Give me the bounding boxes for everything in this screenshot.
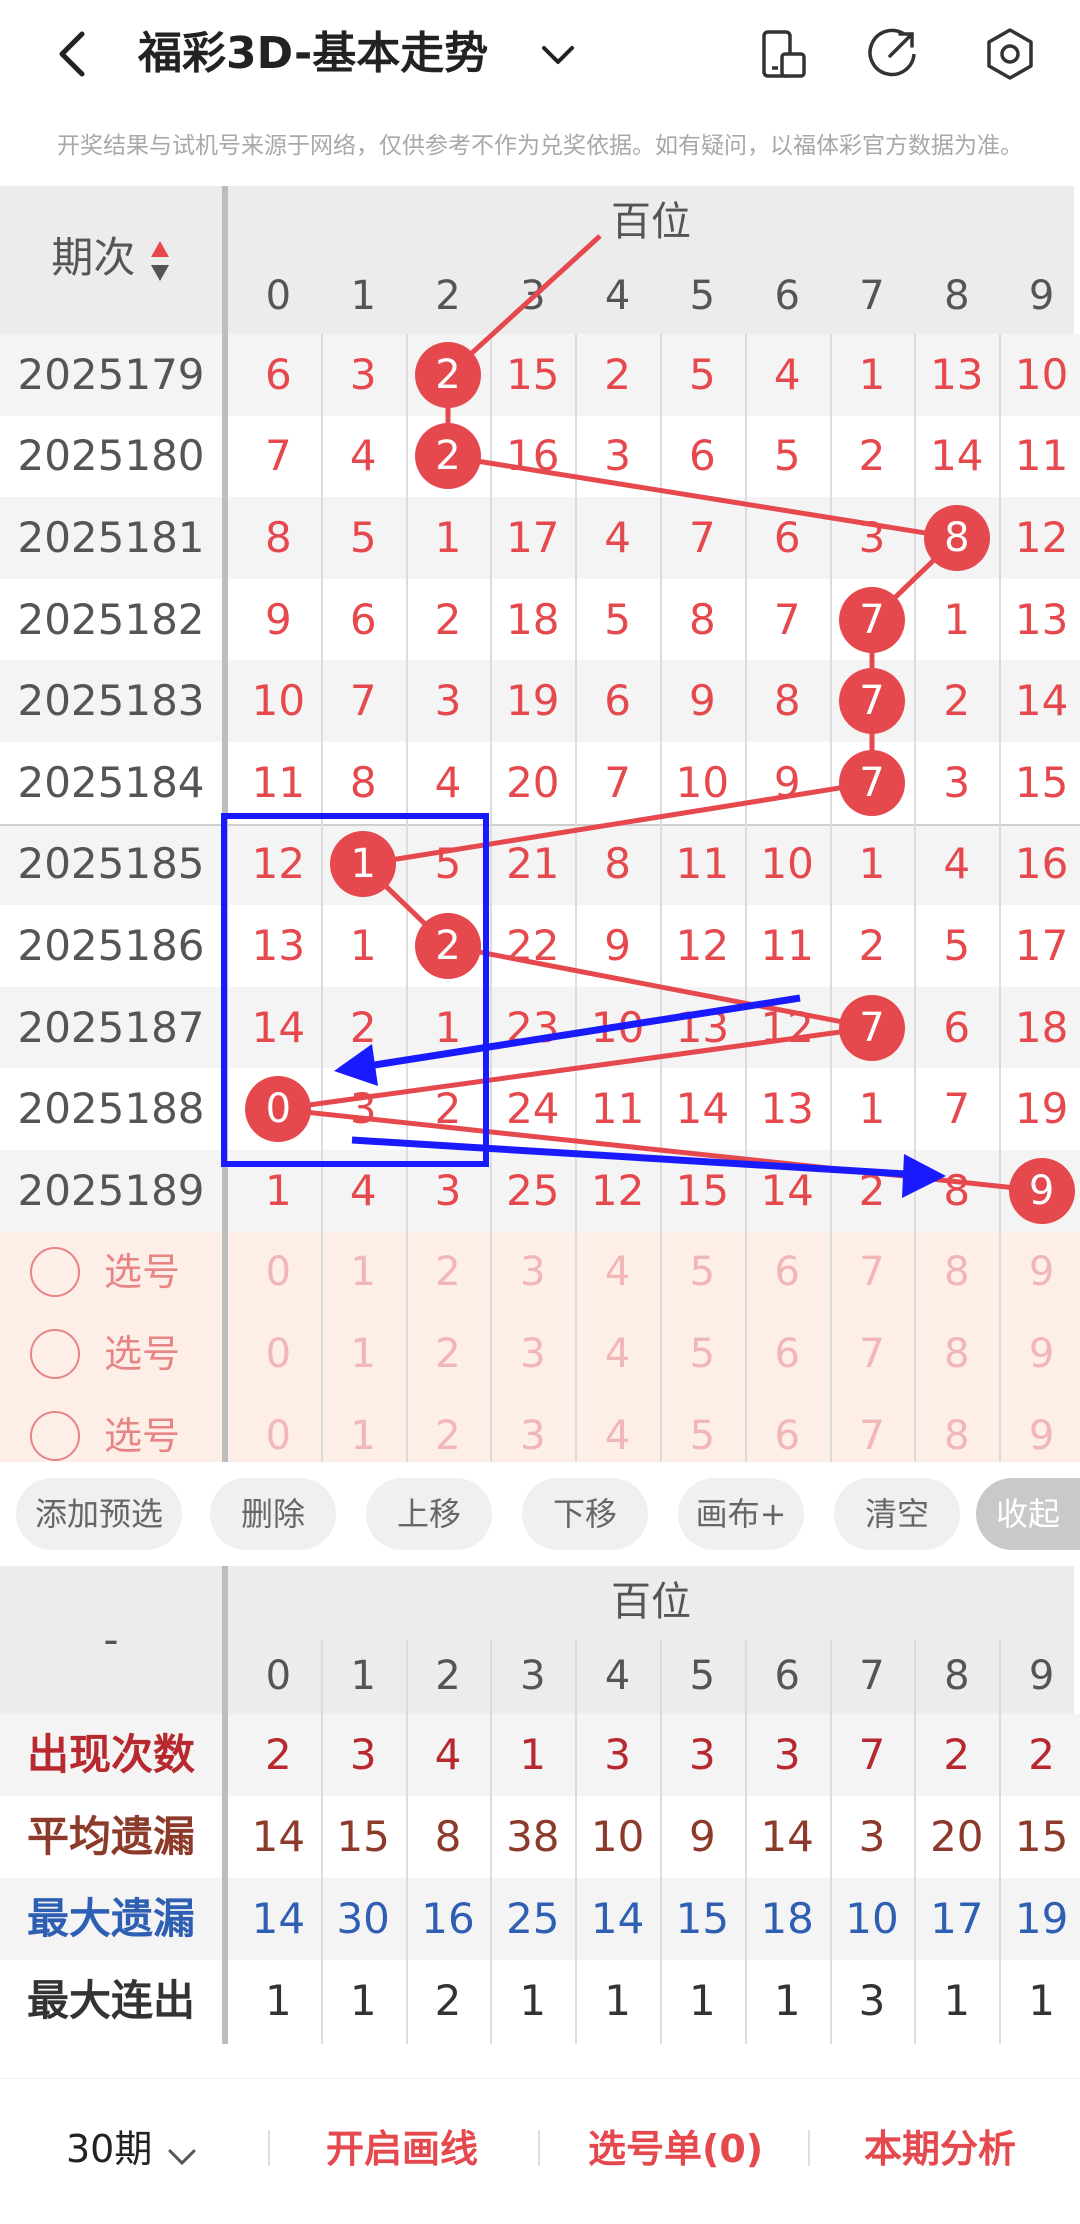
stats-value: 16 xyxy=(421,1894,475,1943)
trend-lines xyxy=(278,234,1042,1194)
hit-ball: 7 xyxy=(839,668,905,735)
stats-value: 3 xyxy=(858,1812,886,1861)
stats-value: 1 xyxy=(1028,1976,1055,2025)
digit-header: 5 xyxy=(689,1653,716,1699)
stats-value: 3 xyxy=(773,1730,801,1779)
hit-ball: 7 xyxy=(839,586,905,653)
stats-value: 1 xyxy=(943,1976,971,2025)
stats-value: 1 xyxy=(519,1976,547,2025)
stats-value: 3 xyxy=(689,1730,716,1779)
stats-value: 20 xyxy=(930,1812,984,1861)
digit-header: 6 xyxy=(774,1653,800,1699)
stats-value: 2 xyxy=(943,1730,971,1779)
stats-value: 15 xyxy=(1014,1812,1069,1861)
stats-value: 7 xyxy=(858,1730,886,1779)
period-count-selector[interactable]: 30期 xyxy=(66,2118,200,2173)
stats-value: 1 xyxy=(689,1976,716,2025)
stats-value: 9 xyxy=(689,1812,716,1861)
clear-button[interactable]: 清空 xyxy=(834,1478,960,1550)
stats-value: 25 xyxy=(506,1894,560,1943)
stats-value: 2 xyxy=(1028,1730,1055,1779)
bottom-separator xyxy=(808,2130,810,2166)
digit-header: 0 xyxy=(265,1653,292,1699)
page-title[interactable]: 福彩3D-基本走势 xyxy=(138,22,488,86)
stats-value: 1 xyxy=(604,1976,631,2025)
stats-value: 1 xyxy=(265,1976,292,2025)
stats-value: 30 xyxy=(336,1894,390,1943)
stats-row-label: 最大连出 xyxy=(26,1976,195,2025)
hit-ball: 9 xyxy=(1008,1157,1075,1224)
digit-header: 1 xyxy=(350,1653,376,1699)
stats-value: 15 xyxy=(336,1812,390,1861)
disclaimer-text: 开奖结果与试机号来源于网络，仅供参考不作为兑奖依据。如有疑问，以福体彩官方数据为… xyxy=(57,133,1023,159)
stats-value: 14 xyxy=(251,1812,306,1861)
stats-value: 1 xyxy=(773,1976,801,2025)
digit-header: 3 xyxy=(520,1653,546,1699)
stats-value: 10 xyxy=(845,1894,899,1943)
hit-ball: 2 xyxy=(415,341,481,408)
trend-polyline xyxy=(278,234,1042,1194)
collapse-button[interactable]: 收起 xyxy=(976,1478,1080,1550)
hit-ball: 8 xyxy=(923,505,990,571)
stats-group-title: 百位 xyxy=(611,1579,691,1625)
gear-icon[interactable] xyxy=(980,24,1040,84)
back-arrow-icon[interactable] xyxy=(44,22,108,86)
stats-value: 14 xyxy=(590,1894,645,1943)
period-analysis-button[interactable]: 本期分析 xyxy=(864,2118,1016,2173)
stats-table: - 百位 0 1 2 3 4 5 6 7 8 9 出现次数 2 3 4 1 3 3 3 7 2 2 平均遗漏 14 15 8 38… xyxy=(0,1566,1080,2044)
stats-corner: - xyxy=(103,1615,119,1664)
stats-value: 1 xyxy=(349,1976,377,2025)
stats-value: 14 xyxy=(251,1894,306,1943)
move-up-button[interactable]: 上移 xyxy=(366,1478,492,1550)
hit-ball: 7 xyxy=(839,749,905,816)
stats-value: 3 xyxy=(604,1730,631,1779)
stats-value: 2 xyxy=(265,1730,292,1779)
stats-row-label: 最大遗漏 xyxy=(26,1894,195,1943)
digit-header: 9 xyxy=(1028,1653,1055,1699)
stats-value: 8 xyxy=(434,1812,462,1861)
canvas-plus-button[interactable]: 画布+ xyxy=(678,1478,804,1550)
bottom-separator xyxy=(268,2130,270,2166)
stats-value: 17 xyxy=(930,1894,984,1943)
stats-value: 18 xyxy=(760,1894,814,1943)
digit-header: 4 xyxy=(604,1653,631,1699)
share-icon[interactable] xyxy=(862,24,922,84)
draw-line-button[interactable]: 开启画线 xyxy=(326,2118,478,2173)
stats-value: 1 xyxy=(519,1730,547,1779)
stats-value: 3 xyxy=(349,1730,377,1779)
stats-value: 19 xyxy=(1014,1894,1069,1943)
chevron-down-icon xyxy=(164,2137,200,2167)
hit-ball: 7 xyxy=(839,994,905,1061)
stats-row-label: 出现次数 xyxy=(26,1730,195,1779)
delete-button[interactable]: 删除 xyxy=(210,1478,336,1550)
stats-value: 4 xyxy=(434,1730,462,1779)
digit-header: 7 xyxy=(859,1653,885,1699)
stats-value: 14 xyxy=(760,1812,814,1861)
hit-ball: 2 xyxy=(415,913,481,979)
digit-header: 2 xyxy=(435,1653,461,1699)
stats-value: 38 xyxy=(506,1812,560,1861)
stats-row-label: 平均遗漏 xyxy=(26,1812,195,1861)
trend-grid: 期次 百位 0 1 2 3 4 5 6 7 8 9 2025179 6 3 15 2 5 4 1 13 10 20251… xyxy=(0,186,1080,1477)
hit-ball: 2 xyxy=(415,423,481,490)
stats-value: 3 xyxy=(858,1976,886,2025)
digit-header: 8 xyxy=(944,1653,970,1699)
move-down-button[interactable]: 下移 xyxy=(522,1478,648,1550)
add-preselect-button[interactable]: 添加预选 xyxy=(16,1478,182,1550)
bottom-separator xyxy=(538,2130,540,2166)
stats-value: 15 xyxy=(675,1894,730,1943)
pick-list-button[interactable]: 选号单(0) xyxy=(588,2118,763,2173)
stats-value: 10 xyxy=(590,1812,645,1861)
screen-rotate-icon[interactable] xyxy=(752,24,812,84)
chevron-down-icon[interactable] xyxy=(528,22,588,86)
stats-value: 2 xyxy=(434,1976,462,2025)
column-divider xyxy=(222,1566,228,2044)
